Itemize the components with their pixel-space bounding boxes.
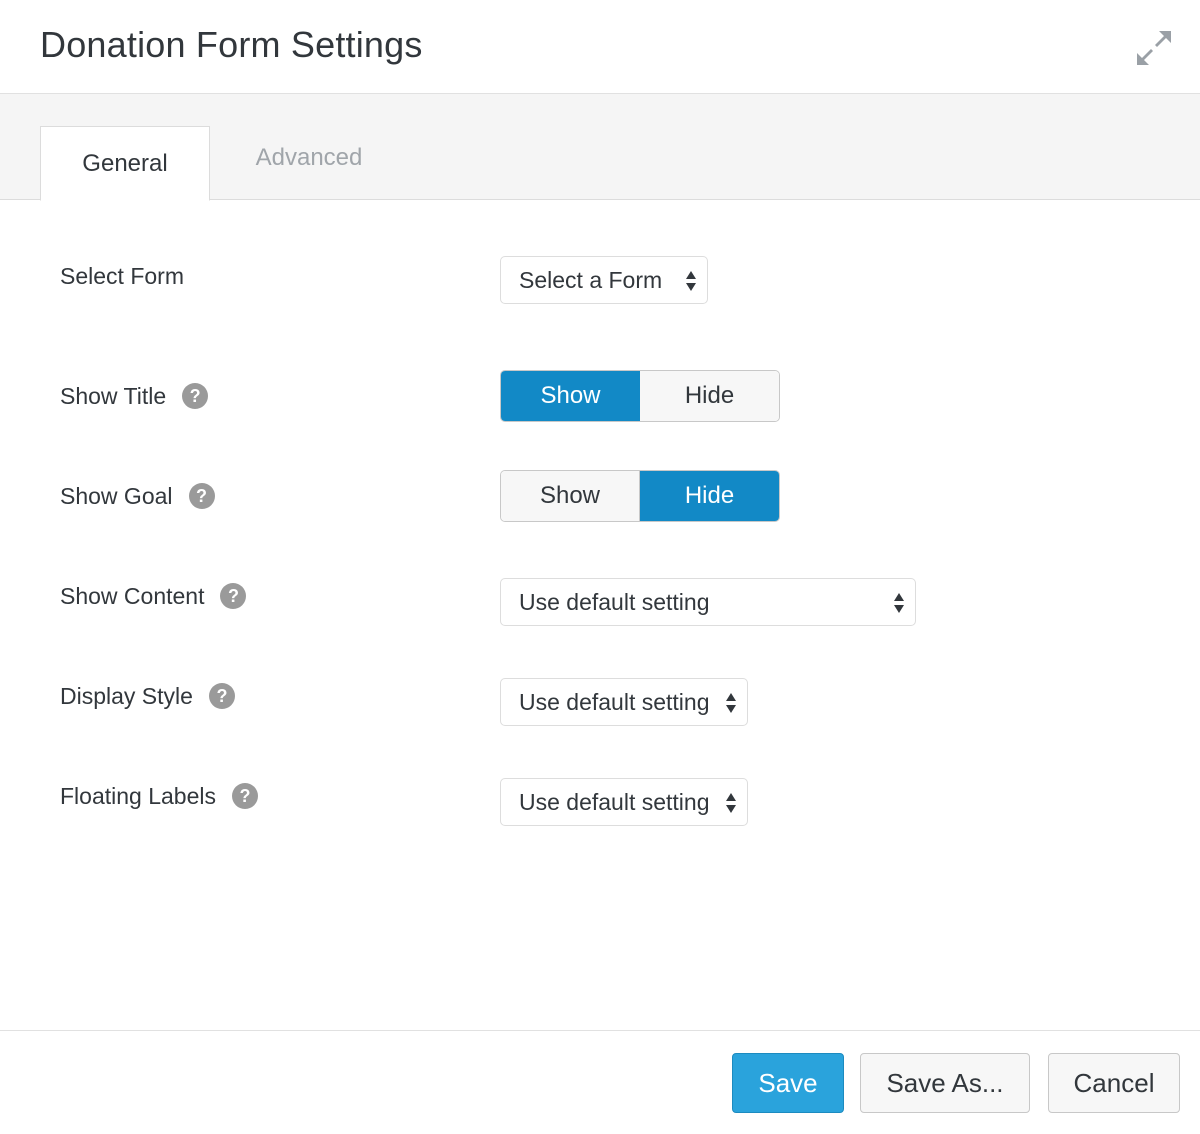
expand-icon[interactable] (1134, 28, 1174, 68)
show-goal-label-text: Show Goal (60, 482, 173, 509)
dialog-footer: Save Save As... Cancel (0, 1030, 1200, 1134)
help-icon[interactable]: ? (182, 383, 209, 409)
show-title-label: Show Title ? (60, 376, 209, 416)
floating-labels-value: Use default setting (519, 788, 710, 815)
floating-labels-label-text: Floating Labels (60, 782, 216, 809)
show-content-value: Use default setting (519, 588, 710, 615)
donation-form-settings-dialog: Donation Form Settings General Advanced … (0, 0, 1200, 1134)
select-form-label-text: Select Form (60, 262, 184, 289)
tab-general[interactable]: General (40, 126, 210, 201)
floating-labels-select[interactable]: Use default setting (500, 778, 748, 826)
cancel-button[interactable]: Cancel (1048, 1053, 1180, 1113)
show-title-label-text: Show Title (60, 382, 167, 409)
show-goal-show-option[interactable]: Show (501, 471, 640, 521)
select-arrows-icon (894, 593, 904, 613)
help-icon[interactable]: ? (232, 783, 258, 809)
help-icon[interactable]: ? (188, 483, 215, 509)
select-arrows-icon (726, 793, 736, 813)
show-content-label: Show Content ? (60, 576, 247, 616)
show-title-toggle: Show Hide (500, 370, 780, 422)
dialog-header: Donation Form Settings (0, 0, 1200, 94)
show-title-show-option[interactable]: Show (501, 371, 640, 421)
show-goal-hide-option[interactable]: Hide (640, 471, 779, 521)
display-style-label: Display Style ? (60, 676, 235, 716)
select-arrows-icon (726, 693, 736, 713)
floating-labels-label: Floating Labels ? (60, 776, 258, 816)
display-style-select[interactable]: Use default setting (500, 678, 748, 726)
show-content-label-text: Show Content (60, 582, 205, 609)
display-style-label-text: Display Style (60, 682, 193, 709)
select-arrows-icon (686, 271, 696, 291)
show-goal-label: Show Goal ? (60, 476, 215, 516)
tabs-bar: General Advanced (0, 94, 1200, 201)
select-form-dropdown[interactable]: Select a Form (500, 256, 708, 304)
save-button[interactable]: Save (732, 1053, 844, 1113)
save-as-button[interactable]: Save As... (860, 1053, 1030, 1113)
show-title-hide-option[interactable]: Hide (640, 371, 779, 421)
show-content-select[interactable]: Use default setting (500, 578, 916, 626)
show-goal-toggle: Show Hide (500, 470, 780, 522)
select-form-value: Select a Form (519, 266, 663, 293)
tab-advanced[interactable]: Advanced (224, 123, 394, 193)
select-form-label: Select Form (60, 256, 184, 296)
help-icon[interactable]: ? (220, 583, 247, 609)
dialog-title: Donation Form Settings (40, 24, 423, 65)
display-style-value: Use default setting (519, 688, 710, 715)
help-icon[interactable]: ? (208, 683, 235, 709)
